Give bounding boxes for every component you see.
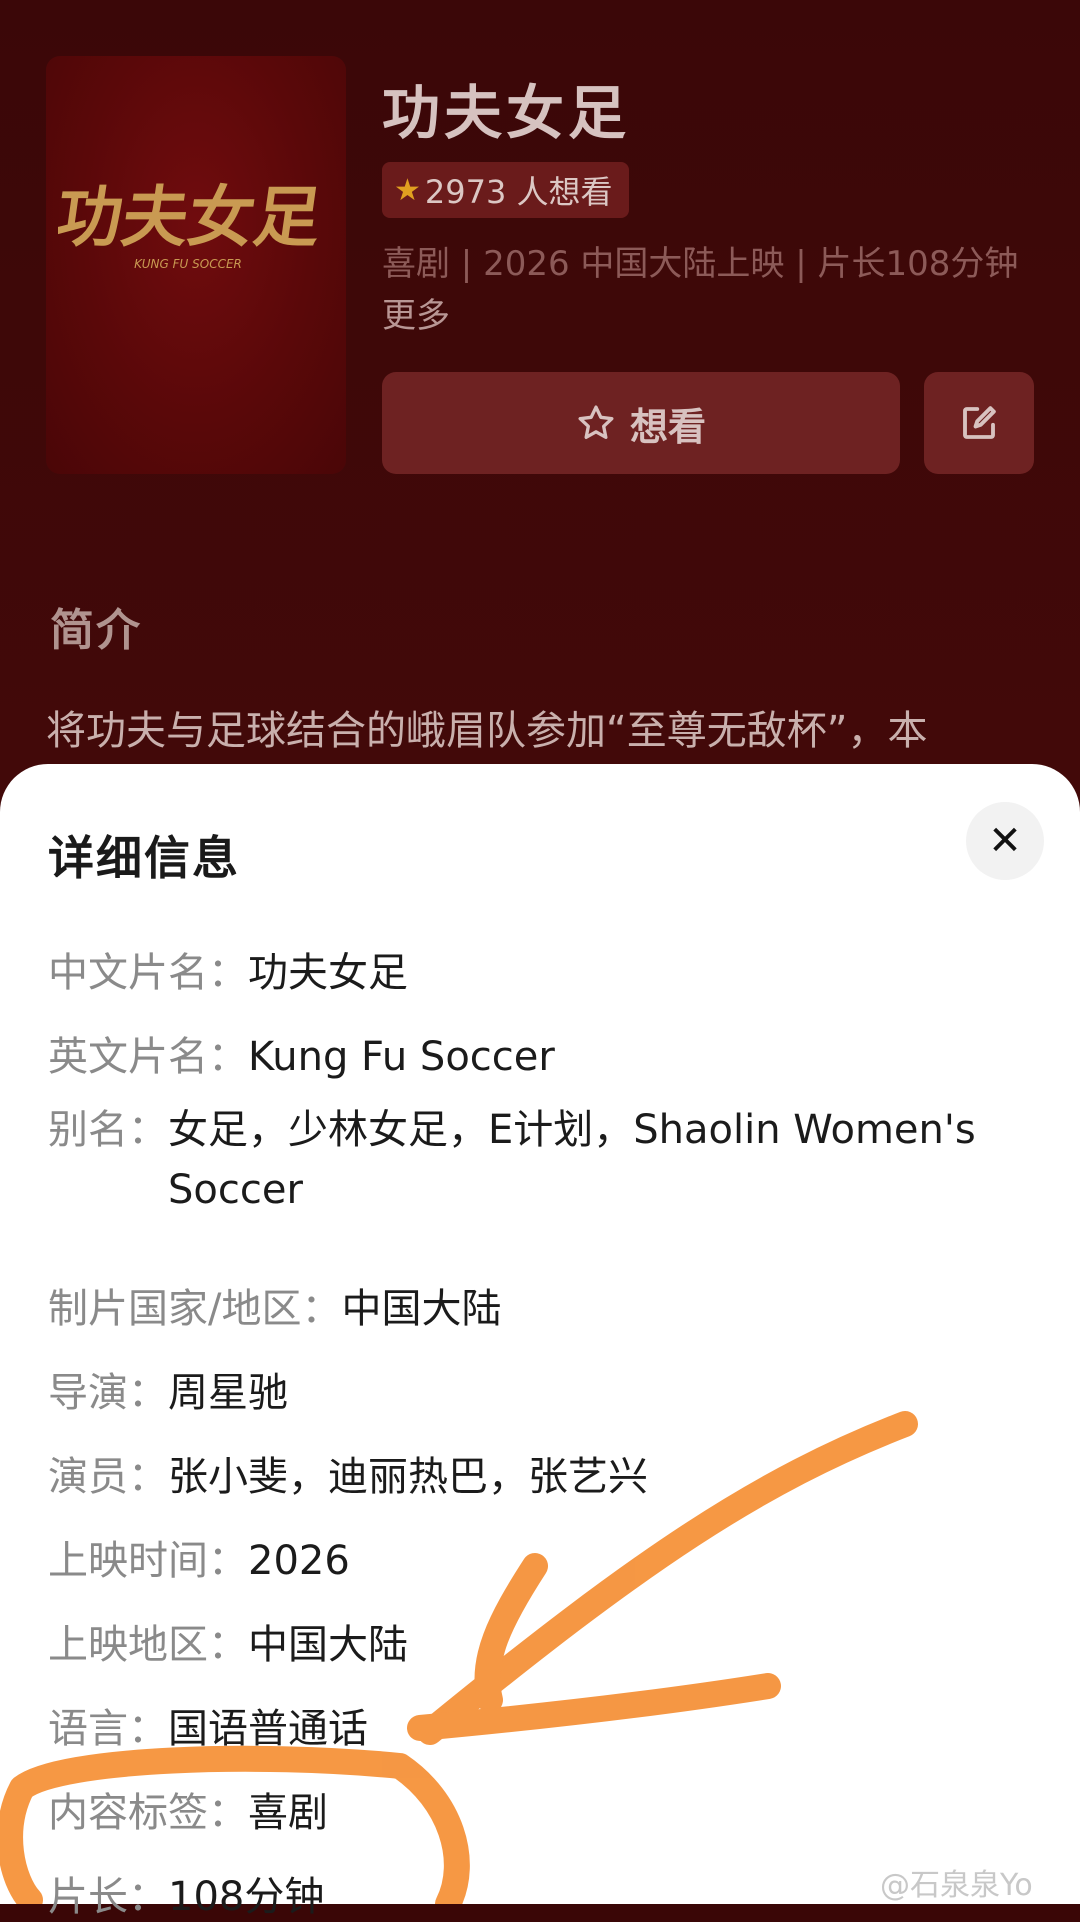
detail-value: 2026 — [248, 1538, 350, 1584]
detail-row-chinese-title: 中文片名：功夫女足 — [48, 940, 408, 998]
star-outline-icon — [578, 405, 614, 439]
watermark: @石泉泉Yo — [880, 1868, 1033, 1903]
details-sheet: 详细信息 ✕ 中文片名：功夫女足 英文片名：Kung Fu Soccer 别名：… — [0, 764, 1080, 1920]
want-count: 2973 人想看 — [424, 173, 613, 211]
poster-logo: 功夫女足 KUNG FU SOCCER — [58, 178, 326, 271]
want-button-label: 想看 — [629, 404, 706, 449]
edit-button[interactable] — [924, 372, 1034, 474]
detail-row-cast: 演员：张小斐，迪丽热巴，张艺兴 — [48, 1444, 648, 1502]
movie-title: 功夫女足 — [382, 79, 631, 147]
star-icon: ★ — [394, 172, 421, 208]
intro-text: 将功夫与足球结合的峨眉队参加“至尊无敌杯”，本 — [46, 708, 928, 754]
close-icon: ✕ — [988, 818, 1022, 864]
want-button[interactable]: 想看 — [382, 372, 900, 474]
detail-row-english-title: 英文片名：Kung Fu Soccer — [48, 1024, 555, 1082]
detail-value: 张小斐，迪丽热巴，张艺兴 — [168, 1454, 648, 1500]
detail-row-release-date: 上映时间：2026 — [48, 1528, 350, 1586]
movie-meta-text: 喜剧 | 2026 中国大陆上映 | 片长108分钟 — [382, 244, 1019, 284]
detail-label: 中文片名： — [48, 950, 248, 996]
detail-value: Kung Fu Soccer — [248, 1034, 555, 1080]
detail-value: 周星驰 — [168, 1370, 288, 1416]
detail-row-tags: 内容标签：喜剧 — [48, 1780, 328, 1838]
detail-label: 片长： — [48, 1874, 168, 1920]
detail-value: 功夫女足 — [248, 950, 408, 996]
detail-row-runtime: 片长：108分钟 — [48, 1864, 324, 1922]
edit-icon — [963, 406, 996, 439]
intro-title: 简介 — [50, 605, 142, 656]
detail-label: 制片国家/地区： — [48, 1286, 342, 1332]
detail-label: 上映时间： — [48, 1538, 248, 1584]
detail-value: 女足，少林女足，E计划，Shaolin Women's Soccer — [168, 1107, 976, 1213]
more-link[interactable]: 更多 — [382, 296, 450, 336]
detail-value: 中国大陆 — [341, 1286, 502, 1332]
detail-value: 国语普通话 — [168, 1706, 368, 1752]
detail-row-alias: 别名：女足，少林女足，E计划，Shaolin Women's Soccer — [48, 1100, 1028, 1220]
detail-row-release-region: 上映地区：中国大陆 — [48, 1612, 408, 1670]
detail-label: 上映地区： — [48, 1622, 248, 1668]
want-count-badge: ★ 2973 人想看 — [382, 162, 629, 218]
detail-row-director: 导演：周星驰 — [48, 1360, 288, 1418]
movie-poster[interactable]: 功夫女足 KUNG FU SOCCER — [46, 56, 346, 474]
detail-value: 喜剧 — [248, 1790, 328, 1836]
detail-label: 演员： — [48, 1454, 168, 1500]
detail-label: 别名： — [48, 1107, 168, 1153]
detail-value: 108分钟 — [168, 1874, 325, 1920]
detail-label: 导演： — [48, 1370, 168, 1416]
detail-value: 中国大陆 — [248, 1622, 408, 1668]
movie-meta: 喜剧 | 2026 中国大陆上映 | 片长108分钟 更多 — [382, 238, 1022, 342]
details-title: 详细信息 — [48, 831, 240, 885]
close-button[interactable]: ✕ — [966, 802, 1044, 880]
detail-label: 英文片名： — [48, 1034, 248, 1080]
detail-row-country: 制片国家/地区：中国大陆 — [48, 1276, 501, 1334]
poster-logo-subtitle: KUNG FU SOCCER — [134, 257, 242, 271]
detail-row-language: 语言：国语普通话 — [48, 1696, 368, 1754]
detail-label: 内容标签： — [48, 1790, 248, 1836]
detail-label: 语言： — [48, 1706, 168, 1752]
poster-logo-text: 功夫女足 — [58, 178, 326, 256]
